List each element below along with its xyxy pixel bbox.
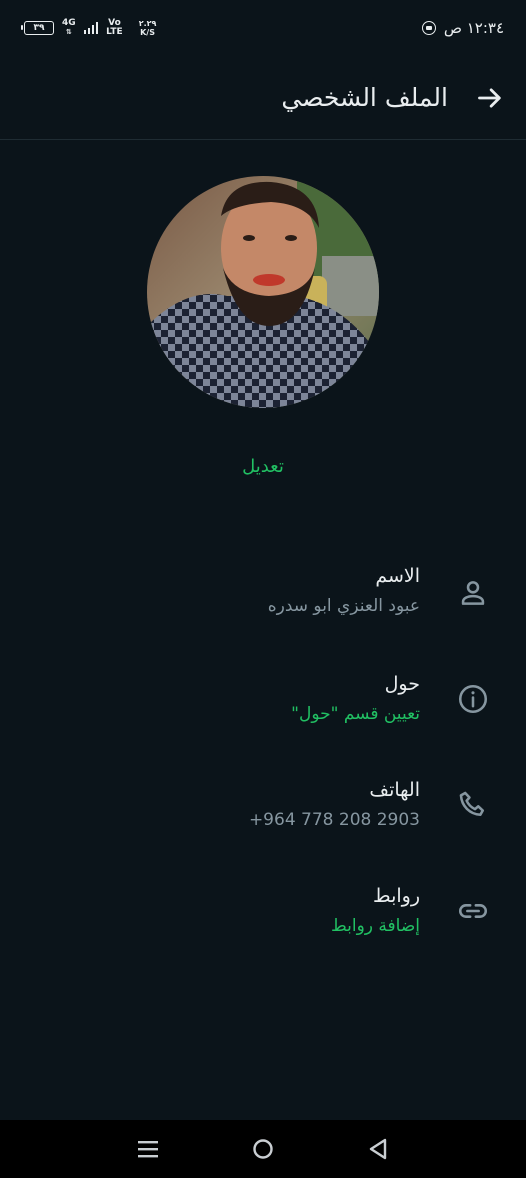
network-arrows: ⇅ <box>65 28 72 36</box>
links-row[interactable]: روابط إضافة روابط <box>0 882 526 962</box>
app-header: الملف الشخصي <box>0 56 526 140</box>
info-icon <box>458 684 488 714</box>
status-left: ٣٩ 4G ⇅ Vo LTE ٢.٢٩ K/S <box>21 19 157 37</box>
phone-row[interactable]: الهاتف +964 778 208 2903 <box>0 776 526 856</box>
links-text: روابط إضافة روابط <box>20 882 420 940</box>
network-speed: ٢.٢٩ K/S <box>139 19 157 37</box>
person-icon <box>461 581 485 605</box>
profile-photo-image <box>147 176 379 408</box>
about-row[interactable]: حول تعيين قسم "حول" <box>0 670 526 750</box>
volte-indicator: Vo LTE <box>106 19 123 37</box>
link-icon <box>459 904 487 918</box>
back-triangle-icon[interactable] <box>363 1134 393 1164</box>
name-label: الاسم <box>375 565 420 587</box>
name-text: الاسم عبود العنزي ابو سدره <box>20 562 420 620</box>
name-value: عبود العنزي ابو سدره <box>267 596 420 616</box>
phone-label: الهاتف <box>369 779 420 801</box>
phone-number: +964 778 208 2903 <box>248 810 420 830</box>
edit-photo-link[interactable]: تعديل <box>0 456 526 477</box>
battery-level: ٣٩ <box>33 23 45 33</box>
menu-icon[interactable] <box>133 1134 163 1164</box>
speed-value: ٢.٢٩ <box>138 19 157 28</box>
signal-icon <box>83 22 99 34</box>
profile-photo[interactable] <box>147 176 379 408</box>
page-title: الملف الشخصي <box>281 83 448 112</box>
about-label: حول <box>384 673 420 695</box>
status-bar: ٣٩ 4G ⇅ Vo LTE ٢.٢٩ K/S ١٢:٣٤ ص <box>0 0 526 56</box>
arrow-right-icon[interactable] <box>476 84 504 112</box>
status-right: ١٢:٣٤ ص <box>421 19 504 37</box>
speed-unit: K/S <box>140 28 155 37</box>
home-circle-icon[interactable] <box>248 1134 278 1164</box>
screen-record-icon <box>421 21 436 35</box>
volte-bottom: LTE <box>106 27 123 37</box>
system-nav-bar <box>0 1120 526 1178</box>
about-text: حول تعيين قسم "حول" <box>20 670 420 728</box>
about-value: تعيين قسم "حول" <box>291 704 420 724</box>
links-label: روابط <box>373 885 420 907</box>
phone-icon <box>459 791 485 817</box>
name-row[interactable]: الاسم عبود العنزي ابو سدره <box>0 562 526 642</box>
battery-icon: ٣٩ <box>21 21 54 35</box>
network-label: 4G <box>62 18 76 28</box>
clock: ١٢:٣٤ ص <box>443 19 504 37</box>
profile-screen: ٣٩ 4G ⇅ Vo LTE ٢.٢٩ K/S ١٢:٣٤ ص الملف ال… <box>0 0 526 1178</box>
links-value: إضافة روابط <box>331 916 420 936</box>
phone-text: الهاتف +964 778 208 2903 <box>20 776 420 834</box>
network-type: 4G ⇅ <box>62 19 76 37</box>
phone-value: +964 778 208 2903 <box>20 806 420 834</box>
